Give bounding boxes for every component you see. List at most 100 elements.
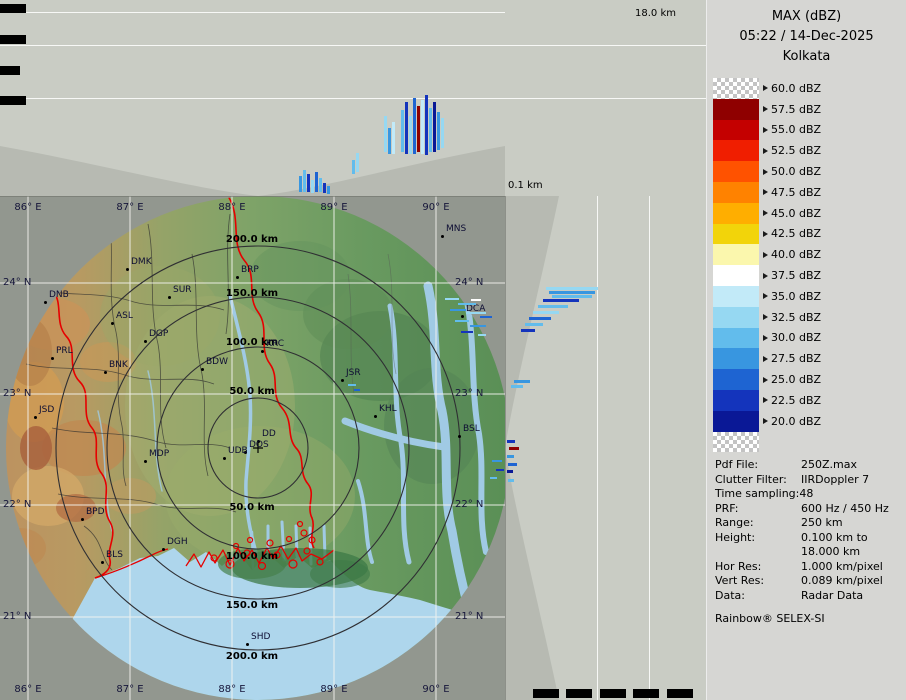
legend-row: 52.5 dBZ [713,140,821,161]
city-label: BSL [463,424,480,434]
legend-swatch [713,161,759,182]
legend-tick-icon [763,169,768,175]
echo-mark [315,172,318,192]
range-ring-label: 100.0 km [226,551,278,562]
echo-mark [348,384,356,386]
info-value: 600 Hz / 450 Hz [801,502,889,517]
city-label: DNB [49,290,69,300]
info-row: Hor Res:1.000 km/pixel [715,560,904,575]
legend-tick-icon [763,231,768,237]
city-dot [461,315,464,318]
info-value: 18.000 km [801,545,860,560]
legend-row: 22.5 dBZ [713,390,821,411]
echo-mark [546,287,598,290]
info-value: 250Z.max [801,458,857,473]
city-label: JSD [39,405,54,415]
lat-label-right: 21° N [455,611,483,622]
info-row: Height:0.100 km to [715,531,904,546]
echo-mark [529,317,551,320]
side-echoes [505,196,706,700]
height-grid-line [505,45,706,46]
legend-label-text: 37.5 dBZ [771,269,821,282]
legend-swatch [713,224,759,245]
echo-mark [417,106,420,152]
city-dot [101,561,104,564]
legend-label: 60.0 dBZ [763,82,821,95]
info-label: Height: [715,531,801,546]
city-label: DGH [167,537,188,547]
echo-mark [466,312,486,314]
echo-mark [507,470,513,473]
echo-mark [425,95,428,155]
range-ring-label: 50.0 km [229,502,274,513]
echo-mark [445,298,459,300]
legend-label: 40.0 dBZ [763,248,821,261]
legend-swatch [713,182,759,203]
city-label: KRC [266,339,284,349]
city-dot [111,322,114,325]
range-ring-label: 200.0 km [226,651,278,662]
city-label: MNS [446,224,466,234]
city-dot [126,268,129,271]
range-ring-label: 150.0 km [226,600,278,611]
legend-label-text: 20.0 dBZ [771,415,821,428]
city-dot [201,368,204,371]
info-label [715,545,801,560]
echo-mark [421,100,424,154]
legend-row: 55.0 dBZ [713,120,821,141]
city-label: ASL [116,311,133,321]
city-dot [144,460,147,463]
legend-tick-icon [763,127,768,133]
echo-mark [388,128,391,154]
echo-mark [450,309,466,311]
legend-row: 27.5 dBZ [713,348,821,369]
legend-tick-icon [763,273,768,279]
legend-row: 32.5 dBZ [713,307,821,328]
echo-mark [437,112,440,150]
legend-scale: 60.0 dBZ57.5 dBZ55.0 dBZ52.5 dBZ50.0 dBZ… [713,78,821,452]
city-dot [374,415,377,418]
city-dot [81,518,84,521]
city-label: KHL [379,404,397,414]
echo-mark [319,178,322,192]
echo-mark [525,323,543,326]
echo-mark [538,305,568,308]
echo-mark [533,311,559,314]
legend-swatch [713,78,759,99]
legend-swatch [713,390,759,411]
echo-mark [327,186,330,194]
legend-label-text: 60.0 dBZ [771,82,821,95]
echo-mark [307,174,310,192]
top-cross-section-panel [0,0,505,196]
legend-swatch [713,286,759,307]
lon-label-bottom: 87° E [116,684,143,695]
legend-label-text: 47.5 dBZ [771,186,821,199]
city-label: BLS [106,550,123,560]
info-label: Range: [715,516,801,531]
legend-row: 35.0 dBZ [713,286,821,307]
lat-label-left: 22° N [3,499,31,510]
legend-swatch [713,348,759,369]
echo-mark [507,440,515,443]
legend-label-text: 22.5 dBZ [771,394,821,407]
legend-label: 37.5 dBZ [763,269,821,282]
echo-mark [354,389,360,391]
echo-mark [433,102,436,152]
legend-label: 52.5 dBZ [763,144,821,157]
lon-label-bottom: 86° E [14,684,41,695]
legend-label-text: 45.0 dBZ [771,207,821,220]
echo-mark [496,469,504,471]
info-row: PRF:600 Hz / 450 Hz [715,502,904,517]
echo-mark [441,118,444,148]
legend-swatch [713,328,759,349]
city-dot [162,548,165,551]
echo-mark [323,183,326,193]
lat-label-right: 24° N [455,277,483,288]
city-label: JSR [346,368,361,378]
info-value: 250 km [801,516,843,531]
echo-mark [429,108,432,152]
legend-label: 55.0 dBZ [763,123,821,136]
legend-row: 25.0 dBZ [713,369,821,390]
city-label: PRL [56,346,73,356]
brand-label: Rainbow® SELEX-SI [715,612,825,625]
